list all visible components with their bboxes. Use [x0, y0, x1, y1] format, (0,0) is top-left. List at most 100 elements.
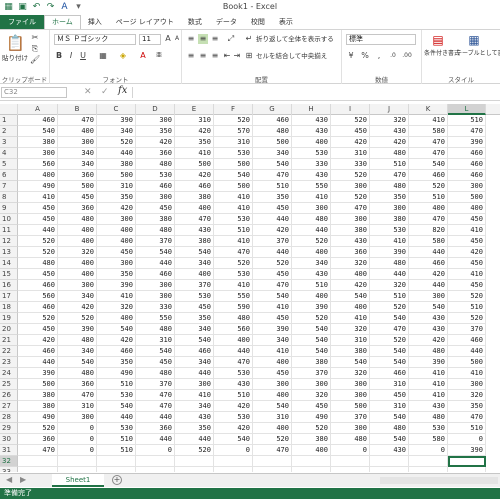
- cell-b14[interactable]: 400: [58, 258, 97, 269]
- cell-k2[interactable]: 580: [409, 126, 448, 137]
- cell-j25[interactable]: 310: [370, 379, 409, 390]
- align-right-icon[interactable]: ≡: [210, 51, 220, 61]
- cell-c15[interactable]: 350: [97, 269, 136, 280]
- cell-c5[interactable]: 380: [97, 159, 136, 170]
- cell-d25[interactable]: 370: [136, 379, 175, 390]
- cell-f28[interactable]: 530: [214, 412, 253, 423]
- cell-c21[interactable]: 420: [97, 335, 136, 346]
- cell-h17[interactable]: 400: [292, 291, 331, 302]
- cell-f29[interactable]: 420: [214, 423, 253, 434]
- cell-g21[interactable]: 340: [253, 335, 292, 346]
- cell-b32[interactable]: [58, 456, 97, 467]
- cell-c16[interactable]: 390: [97, 280, 136, 291]
- cell-i27[interactable]: 500: [331, 401, 370, 412]
- cell-e21[interactable]: 540: [175, 335, 214, 346]
- cell-k31[interactable]: 0: [409, 445, 448, 456]
- cell-g33[interactable]: [253, 467, 292, 472]
- column-header-d[interactable]: D: [136, 104, 175, 115]
- cell-i10[interactable]: 300: [331, 214, 370, 225]
- cell-l14[interactable]: 450: [448, 258, 486, 269]
- cell-l25[interactable]: 300: [448, 379, 486, 390]
- cell-f23[interactable]: 470: [214, 357, 253, 368]
- cell-d12[interactable]: 370: [136, 236, 175, 247]
- cell-c33[interactable]: [97, 467, 136, 472]
- cell-i12[interactable]: 430: [331, 236, 370, 247]
- cell-l10[interactable]: 450: [448, 214, 486, 225]
- decrease-decimal-icon[interactable]: .00: [402, 51, 412, 61]
- cell-e24[interactable]: 440: [175, 368, 214, 379]
- cell-e15[interactable]: 400: [175, 269, 214, 280]
- cell-b27[interactable]: 310: [58, 401, 97, 412]
- cell-i32[interactable]: [331, 456, 370, 467]
- cell-a2[interactable]: 540: [18, 126, 58, 137]
- cell-k24[interactable]: 410: [409, 368, 448, 379]
- column-header-b[interactable]: B: [58, 104, 97, 115]
- cell-f18[interactable]: 590: [214, 302, 253, 313]
- column-header-f[interactable]: F: [214, 104, 253, 115]
- cell-a19[interactable]: 520: [18, 313, 58, 324]
- cell-c12[interactable]: 400: [97, 236, 136, 247]
- cell-l29[interactable]: 510: [448, 423, 486, 434]
- cell-c2[interactable]: 340: [97, 126, 136, 137]
- cell-c31[interactable]: 510: [97, 445, 136, 456]
- comma-icon[interactable]: ,: [374, 51, 384, 61]
- cell-b17[interactable]: 340: [58, 291, 97, 302]
- cell-l27[interactable]: 350: [448, 401, 486, 412]
- cell-d2[interactable]: 350: [136, 126, 175, 137]
- cell-d19[interactable]: 550: [136, 313, 175, 324]
- cell-c8[interactable]: 350: [97, 192, 136, 203]
- cell-a9[interactable]: 450: [18, 203, 58, 214]
- cell-j11[interactable]: 530: [370, 225, 409, 236]
- row-header[interactable]: 29: [0, 423, 18, 434]
- cell-h19[interactable]: 520: [292, 313, 331, 324]
- cell-g30[interactable]: 520: [253, 434, 292, 445]
- cell-i9[interactable]: 470: [331, 203, 370, 214]
- worksheet-grid[interactable]: ABCDEFGHIJKL 1 460 470 390 300 310 520 460 430 52…: [0, 104, 500, 472]
- cell-h28[interactable]: 490: [292, 412, 331, 423]
- cell-f21[interactable]: 400: [214, 335, 253, 346]
- cell-c29[interactable]: 530: [97, 423, 136, 434]
- column-header-e[interactable]: E: [175, 104, 214, 115]
- cell-i19[interactable]: 410: [331, 313, 370, 324]
- cell-k28[interactable]: 480: [409, 412, 448, 423]
- cell-j21[interactable]: 520: [370, 335, 409, 346]
- prev-sheet-icon[interactable]: ◀: [6, 475, 12, 484]
- paste-button[interactable]: 貼り付け: [2, 53, 28, 63]
- cell-e31[interactable]: 520: [175, 445, 214, 456]
- cell-f3[interactable]: 310: [214, 137, 253, 148]
- cell-d15[interactable]: 460: [136, 269, 175, 280]
- column-header-j[interactable]: J: [370, 104, 409, 115]
- cell-k7[interactable]: 520: [409, 181, 448, 192]
- cell-b26[interactable]: 470: [58, 390, 97, 401]
- cell-l13[interactable]: 420: [448, 247, 486, 258]
- cell-b9[interactable]: 360: [58, 203, 97, 214]
- cell-d31[interactable]: 0: [136, 445, 175, 456]
- cell-c4[interactable]: 440: [97, 148, 136, 159]
- cell-k20[interactable]: 430: [409, 324, 448, 335]
- increase-indent-icon[interactable]: ⇥: [232, 51, 242, 61]
- cell-i28[interactable]: 370: [331, 412, 370, 423]
- tab-insert[interactable]: 挿入: [81, 15, 109, 29]
- cell-i25[interactable]: 300: [331, 379, 370, 390]
- phonetic-icon[interactable]: 亜: [154, 51, 164, 61]
- cell-k19[interactable]: 430: [409, 313, 448, 324]
- cell-b31[interactable]: 0: [58, 445, 97, 456]
- cell-i7[interactable]: 300: [331, 181, 370, 192]
- cell-c18[interactable]: 320: [97, 302, 136, 313]
- cell-d32[interactable]: [136, 456, 175, 467]
- row-header[interactable]: 4: [0, 148, 18, 159]
- cell-f22[interactable]: 440: [214, 346, 253, 357]
- cell-g32[interactable]: [253, 456, 292, 467]
- cell-b23[interactable]: 540: [58, 357, 97, 368]
- cell-j3[interactable]: 420: [370, 137, 409, 148]
- cell-i2[interactable]: 450: [331, 126, 370, 137]
- cell-b5[interactable]: 340: [58, 159, 97, 170]
- cell-d7[interactable]: 460: [136, 181, 175, 192]
- row-header[interactable]: 10: [0, 214, 18, 225]
- tab-review[interactable]: 校閲: [244, 15, 272, 29]
- cell-a16[interactable]: 460: [18, 280, 58, 291]
- column-header-l[interactable]: L: [448, 104, 486, 115]
- cell-k10[interactable]: 470: [409, 214, 448, 225]
- cell-f11[interactable]: 510: [214, 225, 253, 236]
- cell-c32[interactable]: [97, 456, 136, 467]
